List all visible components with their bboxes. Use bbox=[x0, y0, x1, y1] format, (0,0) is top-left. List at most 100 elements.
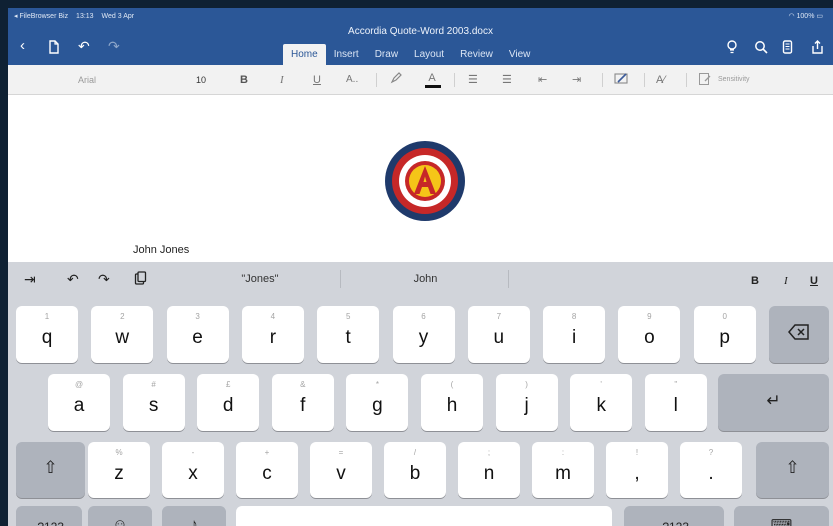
key[interactable]: 3e bbox=[166, 306, 229, 363]
key[interactable]: 5t bbox=[317, 306, 380, 363]
back-chevron-icon[interactable]: ‹ bbox=[20, 38, 25, 54]
tab-layout[interactable]: Layout bbox=[406, 44, 452, 65]
numbered-list-icon[interactable]: ☰ bbox=[502, 72, 512, 88]
increase-indent-icon[interactable]: ⇥ bbox=[572, 72, 581, 88]
key[interactable]: % z bbox=[88, 442, 150, 498]
key-hint: " bbox=[674, 380, 678, 389]
highlighter-icon[interactable] bbox=[390, 72, 402, 89]
key-label: i bbox=[571, 327, 577, 348]
underline-button[interactable]: U bbox=[313, 72, 321, 88]
right-shift-key[interactable]: ⇧ bbox=[756, 442, 829, 498]
kb-redo-icon[interactable]: ↷ bbox=[98, 271, 110, 287]
tab-icon[interactable]: ⇥ bbox=[24, 271, 36, 287]
key[interactable]: 4r bbox=[241, 306, 304, 363]
format-painter-icon[interactable]: A⁄ bbox=[656, 72, 665, 88]
key[interactable]: * g bbox=[346, 374, 409, 431]
key-hint: ? bbox=[708, 448, 714, 457]
key[interactable]: 0p bbox=[693, 306, 756, 363]
key-label: x bbox=[188, 463, 198, 484]
key[interactable]: & f bbox=[271, 374, 334, 431]
suggestion-1[interactable]: "Jones" bbox=[180, 273, 340, 285]
left-shift-key[interactable]: ⇧ bbox=[16, 442, 85, 498]
key[interactable]: ' k bbox=[570, 374, 633, 431]
keyboard-hide-icon: ⌨ bbox=[770, 517, 793, 526]
key[interactable]: ) j bbox=[495, 374, 558, 431]
key-hint: 0 bbox=[722, 312, 727, 321]
sensitivity-button[interactable]: Sensitivity bbox=[718, 73, 750, 87]
key[interactable]: 2w bbox=[91, 306, 154, 363]
key[interactable]: !, bbox=[606, 442, 668, 498]
document-body-text[interactable]: John Jones bbox=[133, 244, 189, 256]
tab-view[interactable]: View bbox=[501, 44, 539, 65]
font-style-button[interactable]: A.. bbox=[346, 72, 358, 88]
emoji-key[interactable]: ☺ bbox=[88, 506, 152, 526]
key[interactable]: ; n bbox=[458, 442, 520, 498]
key[interactable]: # s bbox=[122, 374, 185, 431]
suggestion-2[interactable]: John bbox=[343, 273, 508, 285]
key[interactable]: ?. bbox=[680, 442, 742, 498]
undo-icon[interactable]: ↶ bbox=[78, 38, 90, 54]
kb-bold-button[interactable]: B bbox=[751, 273, 759, 289]
key-hint: ; bbox=[487, 448, 491, 457]
key-hint: : bbox=[561, 448, 565, 457]
key[interactable]: @ a bbox=[48, 374, 110, 431]
kb-italic-button[interactable]: I bbox=[784, 273, 788, 289]
italic-button[interactable]: I bbox=[280, 72, 284, 88]
phone-view-icon[interactable] bbox=[782, 40, 793, 58]
tab-draw[interactable]: Draw bbox=[367, 44, 406, 65]
space-key[interactable] bbox=[236, 506, 612, 526]
wifi-icon: ◠ bbox=[788, 13, 797, 20]
key-hint: ( bbox=[450, 380, 454, 389]
dictation-key[interactable]: ♪ bbox=[162, 506, 226, 526]
kb-underline-button[interactable]: U bbox=[810, 273, 818, 289]
search-icon[interactable] bbox=[754, 40, 768, 58]
share-icon[interactable] bbox=[810, 40, 824, 58]
font-name-field[interactable]: Arial bbox=[72, 71, 192, 89]
key[interactable]: + c bbox=[236, 442, 298, 498]
tab-review[interactable]: Review bbox=[452, 44, 501, 65]
key[interactable]: 1q bbox=[16, 306, 78, 363]
shift-icon: ⇧ bbox=[785, 458, 800, 477]
decrease-indent-icon[interactable]: ⇤ bbox=[538, 72, 547, 88]
key-label: s bbox=[148, 395, 159, 416]
numbers-key-right[interactable]: .?123 bbox=[624, 506, 724, 526]
kb-undo-icon[interactable]: ↶ bbox=[67, 271, 79, 287]
key[interactable]: 6y bbox=[392, 306, 455, 363]
key-hint: & bbox=[300, 380, 306, 389]
sensitivity-icon[interactable] bbox=[698, 72, 712, 91]
key[interactable]: (h bbox=[421, 374, 483, 431]
backspace-key[interactable] bbox=[769, 306, 829, 363]
document-canvas[interactable]: John Jones bbox=[8, 96, 833, 262]
key[interactable]: 9o bbox=[618, 306, 681, 363]
key[interactable]: " l bbox=[644, 374, 707, 431]
redo-icon[interactable]: ↷ bbox=[108, 38, 120, 54]
quicktype-bar: ⇥ ↶ ↷ "Jones" John B I U bbox=[8, 262, 833, 296]
tab-home[interactable]: Home bbox=[283, 44, 326, 65]
paste-icon[interactable] bbox=[134, 271, 147, 288]
key-hint: 7 bbox=[496, 312, 502, 321]
document-icon[interactable] bbox=[48, 40, 60, 58]
lightbulb-icon[interactable] bbox=[726, 40, 738, 58]
styles-icon[interactable] bbox=[614, 72, 630, 90]
word-title-bar: ◂ FileBrowser Biz 13:13 Wed 3 Apr ◠ 100%… bbox=[8, 8, 833, 65]
key[interactable]: -x bbox=[162, 442, 224, 498]
formatting-toolbar: Arial 10 B I U A.. A ☰ ☰ ⇤ ⇥ A⁄ Sensitiv… bbox=[8, 65, 833, 95]
font-color-button[interactable]: A bbox=[425, 70, 441, 88]
key[interactable]: 7u bbox=[467, 306, 530, 363]
font-size-field[interactable]: 10 bbox=[196, 71, 218, 89]
key[interactable]: :m bbox=[532, 442, 594, 498]
key[interactable]: = v bbox=[310, 442, 372, 498]
back-to-app-link[interactable]: ◂ FileBrowser Biz bbox=[14, 13, 68, 20]
bold-button[interactable]: B bbox=[240, 72, 248, 88]
status-date: Wed 3 Apr bbox=[101, 13, 135, 20]
tab-insert[interactable]: Insert bbox=[326, 44, 367, 65]
hide-keyboard-key[interactable]: ⌨ bbox=[734, 506, 829, 526]
bullet-list-icon[interactable]: ☰ bbox=[468, 72, 478, 88]
return-key[interactable]: ↵ bbox=[718, 374, 829, 431]
key[interactable]: 8i bbox=[543, 306, 606, 363]
numbers-key-left[interactable]: .?123 bbox=[16, 506, 82, 526]
key[interactable]: / b bbox=[384, 442, 446, 498]
key[interactable]: £ d bbox=[197, 374, 260, 431]
emoji-icon: ☺ bbox=[112, 516, 128, 526]
numbers-key-label: .?123 bbox=[624, 520, 724, 526]
